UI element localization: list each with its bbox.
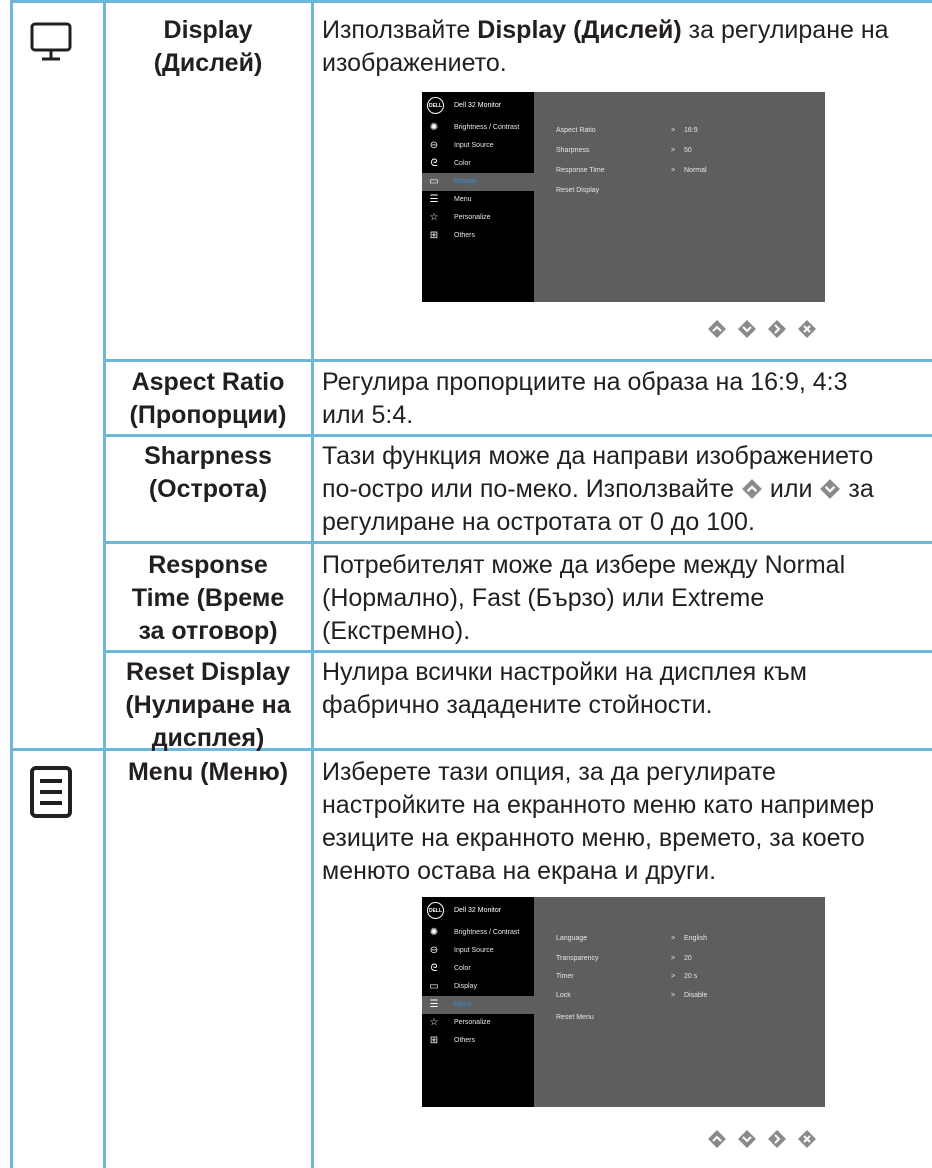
down-button-icon [820,479,841,499]
aspect-ratio-name: Aspect Ratio (Пропорции) [129,368,287,429]
up-button-icon [708,1130,726,1148]
table-border-col1 [103,0,106,1168]
osd-menu-item: ⊞ Others [429,230,476,241]
osd-option-arrow: > [671,973,676,980]
menu-list-icon: ☰ [429,999,439,1010]
input-source-icon: ⊖ [429,945,439,956]
down-button-icon [738,320,756,338]
osd-menu-item: ☰ Menu [429,194,472,205]
table-border-col2 [311,0,314,1168]
osd-option-arrow: > [671,127,676,134]
monitor-icon [30,22,72,61]
monitor-icon: ▭ [429,176,439,187]
osd-menu-item: ᘓ Color [422,155,534,173]
osd-option-arrow: > [671,955,676,962]
osd-title: Dell 32 Monitor [454,102,502,109]
star-icon: ☆ [429,1017,439,1028]
osd-menu-item: ☆ Personalize [429,1017,491,1028]
menu-name: Menu (Меню) [127,758,289,786]
osd-menu-item: ✺ Brightness / Contrast [429,122,520,133]
osd-option-label: Sharpness [556,147,590,154]
color-palette-icon: ᘓ [430,963,438,974]
reset-display-description: Нулира всички настройки на дисплея към ф… [322,658,807,719]
table-border-top [10,0,932,3]
color-palette-icon: ᘓ [430,158,438,169]
others-icon: ⊞ [429,230,439,241]
row-divider [103,434,932,437]
row-divider [103,650,932,653]
osd-option-label: Reset Display [556,187,600,194]
osd-option-label: Timer [556,973,574,980]
osd-option-value: 50 [684,147,692,154]
osd-title: Dell 32 Monitor [454,907,502,914]
display-description: Използвайте Display (Дислей) за регулира… [322,16,889,77]
osd-option-label: Language [556,935,588,942]
dell-logo: DELL [427,97,444,114]
sharpness-description: Тази функция може да направи изображение… [322,442,874,536]
table-border-left [10,0,13,1168]
osd-menu-item: ⊖ Input Source [429,945,494,956]
osd-menu-item: ☆ Personalize [429,212,491,223]
close-button-icon [798,320,816,338]
osd-option-label: Response Time [556,167,605,174]
osd-menu-item: ▭ Display [429,981,477,992]
menu-list-icon: ☰ [429,194,439,205]
osd-display-screenshot: DELL Dell 32 Monitor ✺ Brightness / Contr… [422,92,825,302]
osd-option-value: Normal [684,167,707,174]
osd-menu-screenshot: DELL Dell 32 Monitor ✺ Brightness / Contr… [422,897,825,1107]
display-name: Display (Дислей) [153,16,263,77]
osd-option-value: 16:9 [684,127,698,134]
up-button-icon [708,320,726,338]
osd-option-label: Reset Menu [556,1014,594,1021]
close-button-icon [798,1130,816,1148]
row-divider [103,541,932,544]
osd-option-arrow: > [671,147,676,154]
input-source-icon: ⊖ [429,140,439,151]
star-icon: ☆ [429,212,439,223]
right-button-icon [768,1130,786,1148]
right-button-icon [768,320,786,338]
osd-option-value: English [684,935,707,942]
up-button-icon [742,479,762,499]
monitor-icon: ▭ [429,981,439,992]
row-divider [103,359,932,362]
menu-description: Изберете тази опция, за да регулирате на… [322,758,875,885]
sun-icon: ✺ [429,122,439,133]
reset-display-name: Reset Display (Нулиране на дисплея) [125,658,291,752]
osd-option-label: Lock [556,992,571,999]
menu-list-icon [30,766,72,818]
osd-option-arrow: > [671,992,676,999]
osd-option-label: Aspect Ratio [556,127,596,134]
osd-menu-item: ⊞ Others [429,1035,476,1046]
osd-option-arrow: > [671,935,676,942]
osd-menu-item: ⊖ Input Source [429,140,494,151]
sharpness-name: Sharpness (Острота) [144,442,272,503]
sun-icon: ✺ [429,927,439,938]
osd-menu-item-selected: ☰ Menu [422,996,534,1014]
response-time-name: Response Time (Време за отговор) [131,551,285,645]
osd-option-value: Disable [684,992,708,999]
osd-option-value: 20 s [684,973,698,980]
osd-menu-item: ✺ Brightness / Contrast [429,927,520,938]
osd-option-value: 20 [684,955,692,962]
dell-logo: DELL [427,902,444,919]
others-icon: ⊞ [429,1035,439,1046]
osd-option-label: Transparency [556,955,599,962]
osd-option-arrow: > [671,167,676,174]
response-time-description: Потребителят може да избере между Normal… [322,551,846,645]
aspect-ratio-description: Регулира пропорциите на образа на 16:9, … [322,368,848,429]
osd-menu-item-selected: ▭ Display [422,173,534,191]
down-button-icon [738,1130,756,1148]
osd-menu-item: ᘓ Color [422,960,534,978]
